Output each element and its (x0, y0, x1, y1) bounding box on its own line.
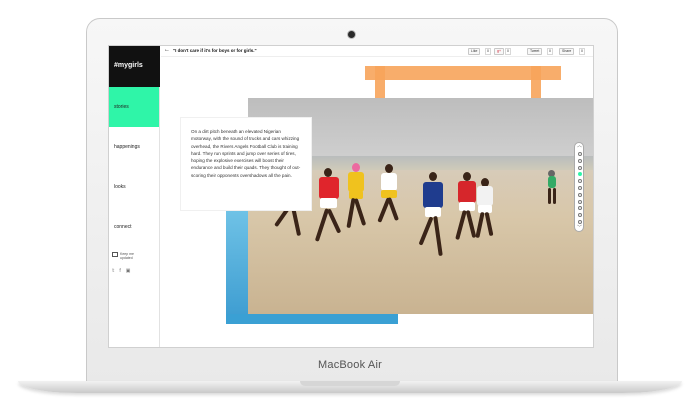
pager-dot[interactable] (577, 158, 582, 163)
runner-figure (314, 168, 344, 258)
share-label: Share (562, 49, 572, 53)
twitter-icon[interactable]: 𝕥 (112, 268, 114, 274)
chevron-down-icon[interactable]: ﹀ (577, 226, 582, 231)
keep-updated-label: Keep me updated (120, 252, 134, 260)
back-arrow-icon[interactable]: ← (164, 47, 170, 53)
share-count: 0 (579, 48, 585, 55)
camera-icon (348, 31, 355, 38)
like-label: Like (471, 49, 478, 53)
blue-graphic-strip (226, 211, 248, 324)
orange-graphic-post-left (375, 66, 385, 98)
facebook-like-button[interactable]: Like (468, 48, 481, 55)
share-button[interactable]: Share (559, 48, 575, 55)
like-count: 0 (485, 48, 491, 55)
pager-dot[interactable] (577, 192, 582, 197)
slide-pager: ︿ ﹀ (574, 142, 584, 232)
runner-figure (376, 164, 402, 234)
device-brand-label: MacBook Air (318, 359, 382, 371)
tweet-count: 0 (547, 48, 553, 55)
gplus-count: 0 (505, 48, 511, 55)
orange-graphic-post-right (531, 66, 541, 98)
nav-item-looks[interactable]: looks (109, 167, 159, 207)
site-logo[interactable]: #mygirls (109, 46, 160, 87)
nav-item-label: connect (114, 224, 132, 230)
nav-item-label: looks (114, 184, 126, 190)
pager-dot[interactable] (577, 206, 582, 211)
nav-item-stories[interactable]: stories (109, 87, 159, 127)
story-headline: "I don't care if it's for boys or for gi… (173, 48, 257, 53)
nav-item-happenings[interactable]: happenings (109, 127, 159, 167)
nav-item-connect[interactable]: connect (109, 207, 159, 247)
pager-dot[interactable] (577, 172, 582, 177)
sidebar: #mygirls stories happenings looks connec… (109, 46, 160, 347)
pager-dot[interactable] (577, 165, 582, 170)
facebook-icon[interactable]: f (119, 268, 120, 274)
instagram-icon[interactable]: ▣ (126, 268, 131, 274)
pager-dot[interactable] (577, 152, 582, 156)
chevron-up-icon[interactable]: ︿ (577, 144, 582, 149)
story-caption: On a dirt pitch beneath an elevated Nige… (181, 118, 311, 210)
tweet-label: Tweet (530, 49, 540, 53)
pager-dot[interactable] (577, 213, 582, 218)
keep-updated-line2: updated (120, 256, 133, 260)
pager-dot[interactable] (577, 186, 582, 190)
runner-figure (343, 163, 369, 243)
tweet-button[interactable]: Tweet (527, 48, 543, 55)
laptop-notch (300, 381, 400, 386)
gplus-button[interactable]: g+ (494, 48, 504, 55)
screen: #mygirls stories happenings looks connec… (108, 45, 594, 348)
mail-icon (112, 252, 118, 257)
nav-item-label: stories (114, 104, 129, 110)
gplus-label: g+ (497, 49, 501, 53)
pager-dot[interactable] (577, 220, 582, 224)
nav-item-label: happenings (114, 144, 140, 150)
pager-dot[interactable] (577, 199, 582, 204)
pager-dot[interactable] (577, 179, 582, 184)
runner-figure (473, 178, 497, 258)
top-bar: ← "I don't care if it's for boys or for … (161, 46, 593, 57)
social-links: 𝕥 f ▣ (112, 268, 130, 274)
runner-figure (418, 172, 448, 282)
keep-updated-link[interactable]: Keep me updated (112, 252, 134, 260)
distant-figure (545, 170, 559, 210)
blue-graphic-bar (226, 314, 398, 324)
